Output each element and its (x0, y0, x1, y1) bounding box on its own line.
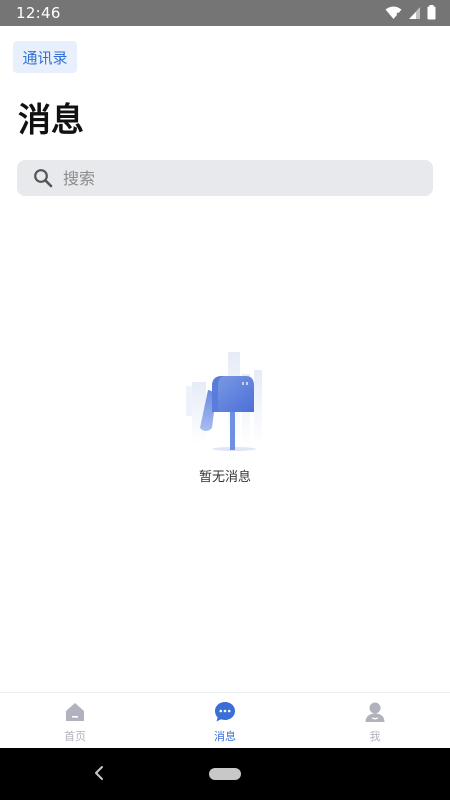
back-icon[interactable] (90, 762, 110, 784)
search-input[interactable] (61, 167, 385, 189)
battery-icon (427, 5, 436, 20)
chat-bubble-icon (214, 701, 236, 723)
search-icon (33, 168, 53, 188)
contacts-button-label: 通讯录 (22, 48, 68, 67)
signal-icon (408, 6, 421, 20)
home-pill-button[interactable] (209, 768, 241, 780)
search-bar[interactable] (17, 160, 433, 196)
status-icons (385, 5, 436, 20)
tab-home[interactable]: 首页 (0, 693, 150, 748)
system-nav-bar (0, 748, 450, 800)
bottom-tab-bar: 首页 消息 我 (0, 692, 450, 748)
status-time: 12:46 (16, 4, 61, 22)
tab-messages[interactable]: 消息 (150, 693, 300, 748)
empty-state-text: 暂无消息 (198, 470, 251, 485)
home-icon (64, 701, 86, 723)
screen: 12:46 通讯录 消息 搜索 暂无消息 首页 消息 我 (0, 0, 450, 800)
wifi-icon (385, 6, 402, 20)
tab-messages-label: 消息 (214, 730, 236, 743)
tab-me-label: 我 (369, 730, 381, 743)
tab-me[interactable]: 我 (300, 693, 450, 748)
tab-home-label: 首页 (64, 730, 86, 743)
empty-mailbox-illustration (182, 346, 268, 454)
person-icon (364, 701, 386, 723)
page-title: 消息 (18, 100, 84, 139)
contacts-button[interactable]: 通讯录 (13, 41, 77, 73)
status-bar: 12:46 (0, 0, 450, 26)
